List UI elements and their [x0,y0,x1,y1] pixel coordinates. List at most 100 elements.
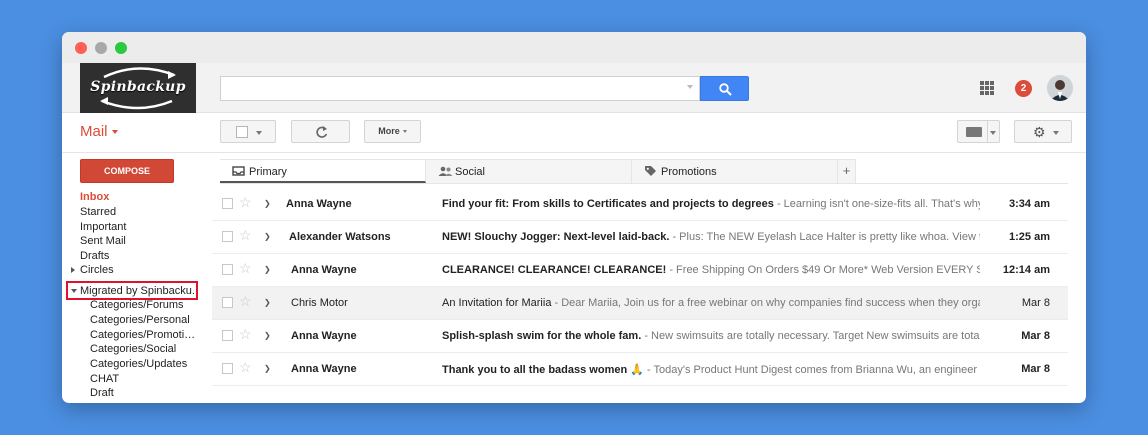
mail-menu[interactable]: Mail [80,123,118,140]
mail-label: Mail [80,123,108,140]
email-time: 12:14 am [1002,264,1050,276]
row-checkbox[interactable] [222,297,233,308]
title-bar [62,32,1086,63]
row-checkbox[interactable] [222,231,233,242]
sidebar-subitem-forums[interactable]: Categories/Forums [90,299,198,311]
email-sender: Anna Wayne [291,264,357,276]
email-subject: Find your fit: From skills to Certificat… [442,198,774,210]
sidebar-subitem-promotions[interactable]: Categories/Promotio... [90,329,198,341]
search-input[interactable] [221,77,676,100]
star-icon[interactable]: ☆ [239,327,252,341]
row-checkbox[interactable] [222,264,233,275]
refresh-icon [316,126,328,138]
sidebar-subitem-personal[interactable]: Categories/Personal [90,314,198,326]
notification-badge[interactable]: 2 [1015,80,1032,97]
people-icon [438,166,453,176]
email-sender: Anna Wayne [286,198,352,210]
sidebar-item-starred[interactable]: Starred [80,206,116,218]
expand-arrow-icon[interactable] [71,267,75,273]
apps-grid-icon[interactable] [980,81,994,95]
sidebar-subitem-updates[interactable]: Categories/Updates [90,358,198,370]
star-icon[interactable]: ☆ [239,228,252,242]
maximize-window-button[interactable] [115,42,127,54]
importance-marker-icon[interactable]: ❯ [264,264,271,275]
email-time: Mar 8 [1021,330,1050,342]
minimize-window-button[interactable] [95,42,107,54]
email-message: Splish-splash swim for the whole fam. - … [442,330,980,342]
chevron-down-icon [256,131,262,135]
sidebar-item-important[interactable]: Important [80,221,126,233]
category-tabs: Primary Social Promotions + [220,159,856,183]
input-tools-button[interactable] [957,120,1000,143]
tab-label: Promotions [661,166,717,178]
mail-toolbar: Mail More ⚙ [62,113,1086,153]
more-label: More [378,126,400,136]
email-row[interactable]: ☆ ❯ Anna Wayne Find your fit: From skill… [212,188,1068,221]
sidebar-subitem-social[interactable]: Categories/Social [90,343,198,355]
spinbackup-logo[interactable]: Spinbackup [80,63,196,113]
close-window-button[interactable] [75,42,87,54]
importance-marker-icon[interactable]: ❯ [264,330,271,341]
select-all-button[interactable] [220,120,276,143]
tab-primary[interactable]: Primary [220,159,426,183]
add-tab-button[interactable]: + [838,159,856,183]
email-row[interactable]: ☆ ❯ Chris Motor An Invitation for Mariia… [212,287,1068,320]
importance-marker-icon[interactable]: ❯ [264,297,271,308]
row-checkbox[interactable] [222,198,233,209]
search-icon [719,83,732,96]
importance-marker-icon[interactable]: ❯ [264,363,271,374]
importance-marker-icon[interactable]: ❯ [264,198,271,209]
sidebar-subitem-chat[interactable]: CHAT [90,373,198,385]
row-checkbox[interactable] [222,330,233,341]
email-sender: Anna Wayne [291,363,357,375]
more-button[interactable]: More [364,120,421,143]
email-message: An Invitation for Mariia - Dear Mariia, … [442,297,980,309]
tab-social[interactable]: Social [426,159,632,183]
collapse-arrow-icon[interactable] [71,289,77,293]
star-icon[interactable]: ☆ [239,195,252,209]
email-subject: CLEARANCE! CLEARANCE! CLEARANCE! [442,264,667,276]
user-avatar[interactable] [1047,75,1073,101]
refresh-button[interactable] [291,120,350,143]
email-snippet: - Dear Mariia, Join us for a free webina… [551,297,980,309]
row-checkbox[interactable] [222,363,233,374]
search-options-caret-icon[interactable] [687,85,693,89]
email-time: 3:34 am [1009,198,1050,210]
star-icon[interactable]: ☆ [239,261,252,275]
email-snippet: - Plus: The NEW Eyelash Lace Halter is p… [669,231,980,243]
compose-button[interactable]: COMPOSE [80,159,174,183]
email-list: ☆ ❯ Anna Wayne Find your fit: From skill… [212,188,1068,386]
sidebar-item-circles[interactable]: Circles [80,264,114,276]
chevron-down-icon [1053,131,1059,135]
search-box[interactable] [220,76,700,101]
email-message: NEW! Slouchy Jogger: Next-level laid-bac… [442,231,980,243]
sidebar-item-migrated[interactable]: Migrated by Spinbacku... [80,285,194,297]
email-message: Thank you to all the badass women 🙏 - To… [442,363,980,376]
sidebar: COMPOSE Inbox Starred Important Sent Mai… [62,153,212,403]
star-icon[interactable]: ☆ [239,360,252,374]
sidebar-item-sent-mail[interactable]: Sent Mail [80,235,126,247]
email-snippet: - New swimsuits are totally necessary. T… [641,330,980,342]
email-row[interactable]: ☆ ❯ Anna Wayne Splish-splash swim for th… [212,320,1068,353]
tab-promotions[interactable]: Promotions [632,159,838,183]
email-row[interactable]: ☆ ❯ Alexander Watsons NEW! Slouchy Jogge… [212,221,1068,254]
sidebar-item-drafts[interactable]: Drafts [80,250,109,262]
chevron-down-icon [402,130,407,134]
email-message: CLEARANCE! CLEARANCE! CLEARANCE! - Free … [442,264,980,276]
tag-icon [645,166,656,176]
email-row[interactable]: ☆ ❯ Anna Wayne Thank you to all the bada… [212,353,1068,386]
search-button[interactable] [700,76,749,101]
email-sender: Chris Motor [291,297,348,309]
email-row[interactable]: ☆ ❯ Anna Wayne CLEARANCE! CLEARANCE! CLE… [212,254,1068,287]
email-snippet: - Today's Product Hunt Digest comes from… [643,364,980,376]
avatar-person-icon [1047,75,1073,101]
email-time: Mar 8 [1021,297,1050,309]
settings-button[interactable]: ⚙ [1014,120,1072,143]
star-icon[interactable]: ☆ [239,294,252,308]
divider [220,183,1068,184]
divider [987,121,988,142]
sidebar-subitem-draft[interactable]: Draft [90,387,198,399]
checkbox-icon [236,126,248,138]
sidebar-item-inbox[interactable]: Inbox [80,191,109,203]
importance-marker-icon[interactable]: ❯ [264,231,271,242]
